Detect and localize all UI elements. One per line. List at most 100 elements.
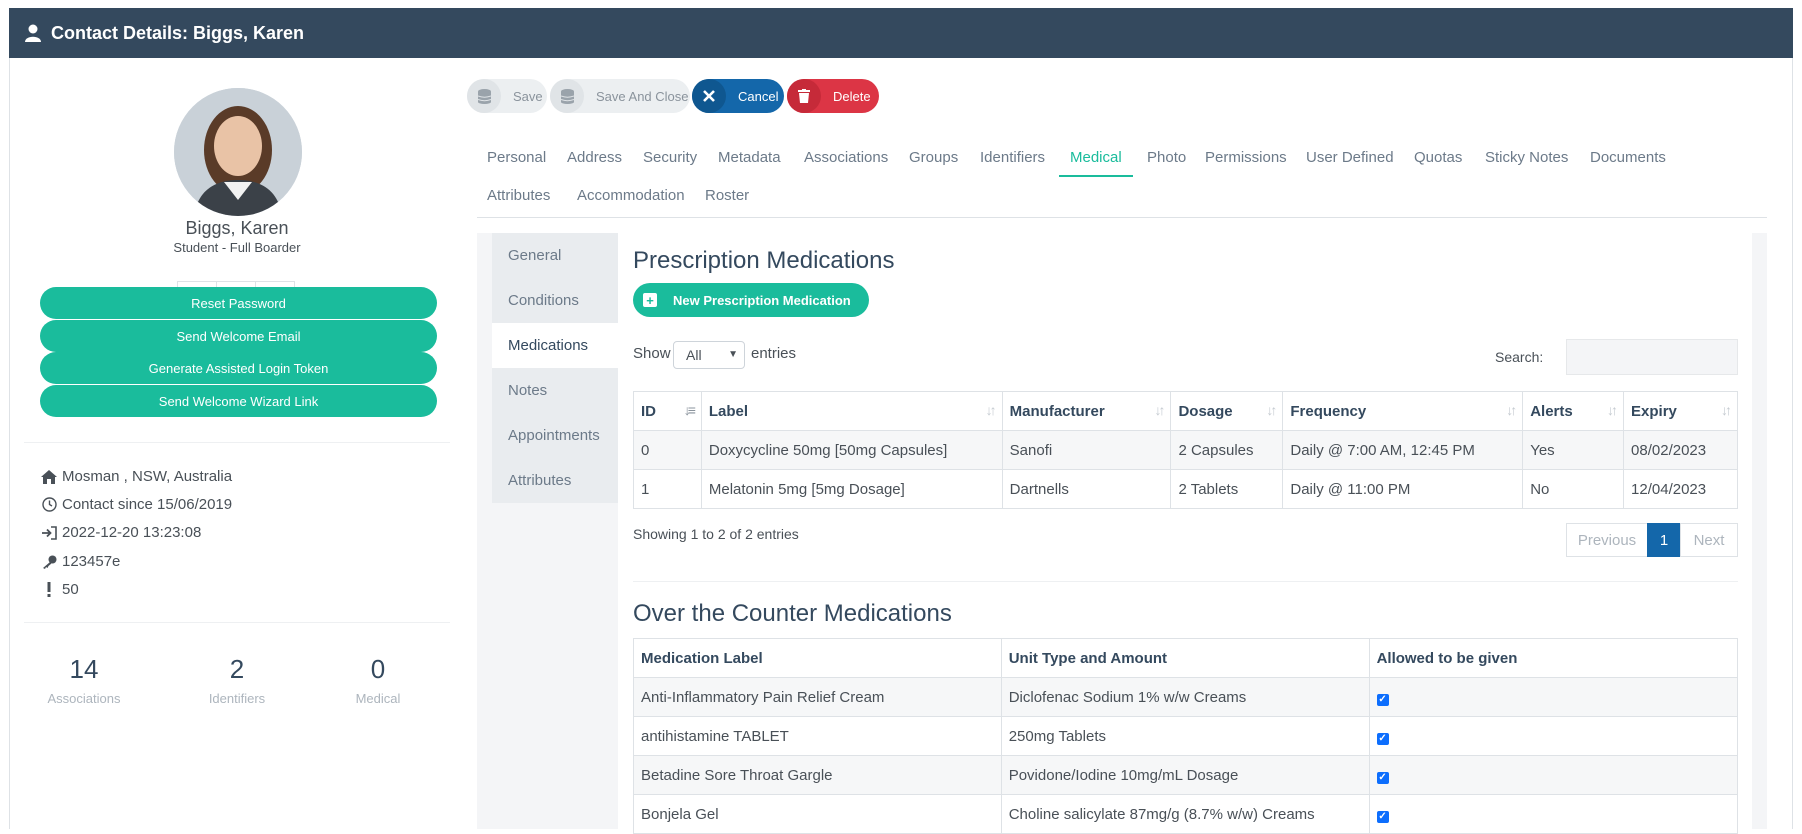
column-header[interactable]: Expiry ↓↑ xyxy=(1623,391,1738,431)
send-wizard-link-button[interactable]: Send Welcome Wizard Link xyxy=(40,385,437,417)
pagination-next[interactable]: Next xyxy=(1680,523,1738,557)
table-header-row: Medication Label Unit Type and Amount Al… xyxy=(633,638,1739,678)
table-cell: Melatonin 5mg [5mg Dosage] xyxy=(700,469,1003,509)
stat-value: 2 xyxy=(229,654,245,684)
tab-quotas[interactable]: Quotas xyxy=(1414,149,1462,166)
tab-identifiers[interactable]: Identifiers xyxy=(980,149,1045,166)
table-cell: 12/04/2023 xyxy=(1623,469,1738,509)
table-cell: 1 xyxy=(633,469,702,509)
table-cell: Dartnells xyxy=(1001,469,1172,509)
table-cell: Povidone/Iodine 10mg/mL Dosage xyxy=(1000,755,1370,795)
info-key: 123457e xyxy=(40,553,120,570)
stat-label: Associations xyxy=(47,691,121,706)
column-header: Allowed to be given xyxy=(1368,638,1739,678)
subnav-attributes[interactable]: Attributes xyxy=(492,458,618,503)
info-contact-since: Contact since 15/06/2019 xyxy=(40,496,232,513)
tab-medical[interactable]: Medical xyxy=(1070,149,1122,166)
column-header[interactable]: ID ↓≡ xyxy=(633,391,702,431)
table-row[interactable]: 1 Melatonin 5mg [5mg Dosage] Dartnells 2… xyxy=(633,469,1738,509)
last-login-text: 2022-12-20 13:23:08 xyxy=(62,524,202,541)
subnav-notes[interactable]: Notes xyxy=(492,368,618,413)
allowed-checkbox[interactable]: ✓ xyxy=(1376,810,1389,823)
save-label: Save xyxy=(513,88,543,104)
table-cell: No xyxy=(1522,469,1625,509)
save-button[interactable]: Save xyxy=(467,79,547,113)
location-text: Mosman , NSW, Australia xyxy=(62,468,233,485)
generate-login-token-button[interactable]: Generate Assisted Login Token xyxy=(40,352,437,384)
sort-icon: ↓↑ xyxy=(1607,402,1618,418)
table-cell: Choline salicylate 87mg/g (8.7% w/w) Cre… xyxy=(1000,794,1370,834)
new-prescription-label: New Prescription Medication xyxy=(673,292,851,308)
subnav-medications[interactable]: Medications xyxy=(492,323,618,368)
column-header[interactable]: Manufacturer ↓↑ xyxy=(1001,391,1172,431)
tab-metadata[interactable]: Metadata xyxy=(718,149,781,166)
medical-content: General Conditions Medications Notes App… xyxy=(477,233,1767,834)
table-cell: ✓ xyxy=(1368,755,1739,795)
allowed-checkbox[interactable]: ✓ xyxy=(1376,771,1389,784)
cancel-button[interactable]: Cancel xyxy=(692,79,784,113)
search-label: Search: xyxy=(1495,349,1544,365)
plus-icon: + xyxy=(643,293,657,308)
search-input[interactable] xyxy=(1566,339,1738,375)
tab-security[interactable]: Security xyxy=(643,149,697,166)
column-header[interactable]: Dosage ↓↑ xyxy=(1170,391,1284,431)
tab-attributes[interactable]: Attributes xyxy=(487,187,550,204)
send-welcome-email-button[interactable]: Send Welcome Email xyxy=(40,320,437,352)
entries-label: entries xyxy=(751,345,797,362)
tab-address[interactable]: Address xyxy=(567,149,622,166)
key-icon xyxy=(42,555,56,569)
save-and-close-button[interactable]: Save And Close xyxy=(550,79,690,113)
table-cell: 2 Capsules xyxy=(1170,430,1284,470)
column-header[interactable]: Label ↓↑ xyxy=(700,391,1003,431)
tab-documents[interactable]: Documents xyxy=(1590,149,1666,166)
sort-icon: ↓≡ xyxy=(683,402,696,418)
tab-photo[interactable]: Photo xyxy=(1147,149,1186,166)
info-location: Mosman , NSW, Australia xyxy=(40,468,232,485)
user-icon xyxy=(25,24,41,42)
divider xyxy=(24,442,450,443)
entries-select[interactable]: All ▼ xyxy=(673,341,745,369)
tab-user-defined[interactable]: User Defined xyxy=(1306,149,1394,166)
exclamation-icon xyxy=(47,582,51,597)
table-row: Anti-Inflammatory Pain Relief Cream Dicl… xyxy=(633,677,1739,717)
stat-label: Identifiers xyxy=(208,691,266,706)
reset-password-button[interactable]: Reset Password xyxy=(40,287,437,319)
entries-value: All xyxy=(686,347,702,363)
tab-permissions[interactable]: Permissions xyxy=(1205,149,1287,166)
table-cell: Bonjela Gel xyxy=(633,794,1002,834)
table-header-row: ID ↓≡ Label ↓↑ Manufacturer ↓↑ Dosage ↓↑ Fre… xyxy=(633,391,1738,431)
table-cell: Daily @ 11:00 PM xyxy=(1282,469,1524,509)
tab-personal[interactable]: Personal xyxy=(487,149,546,166)
tab-sticky-notes[interactable]: Sticky Notes xyxy=(1485,149,1568,166)
tab-groups[interactable]: Groups xyxy=(909,149,958,166)
table-cell: ✓ xyxy=(1368,716,1739,756)
subnav-conditions[interactable]: Conditions xyxy=(492,278,618,323)
show-label: Show xyxy=(633,345,671,362)
stat-medical: 0 Medical xyxy=(318,654,438,706)
pagination-previous[interactable]: Previous xyxy=(1566,523,1648,557)
column-header[interactable]: Frequency ↓↑ xyxy=(1282,391,1524,431)
database-icon xyxy=(560,88,574,104)
profile-role: Student - Full Boarder xyxy=(173,240,301,255)
tab-accommodation[interactable]: Accommodation xyxy=(577,187,685,204)
allowed-checkbox[interactable]: ✓ xyxy=(1376,732,1389,745)
page-title: Contact Details: Biggs, Karen xyxy=(51,22,305,43)
profile-name: Biggs, Karen xyxy=(185,218,289,238)
table-row[interactable]: 0 Doxycycline 50mg [50mg Capsules] Sanof… xyxy=(633,430,1738,470)
tab-associations[interactable]: Associations xyxy=(804,149,888,166)
pagination-page[interactable]: 1 xyxy=(1647,523,1681,557)
allowed-checkbox[interactable]: ✓ xyxy=(1376,693,1389,706)
subnav-appointments[interactable]: Appointments xyxy=(492,413,618,458)
info-alert: 50 xyxy=(40,581,79,598)
delete-button[interactable]: Delete xyxy=(787,79,879,113)
table-row: antihistamine TABLET 250mg Tablets ✓ xyxy=(633,716,1739,756)
subnav-general[interactable]: General xyxy=(492,233,618,278)
close-icon xyxy=(703,90,715,102)
save-and-close-label: Save And Close xyxy=(596,88,689,104)
divider xyxy=(24,622,450,623)
pagination: Previous 1 Next xyxy=(1566,523,1738,557)
page-header: Contact Details: Biggs, Karen xyxy=(9,8,1793,58)
column-header[interactable]: Alerts ↓↑ xyxy=(1522,391,1625,431)
tab-roster[interactable]: Roster xyxy=(705,187,749,204)
new-prescription-button[interactable]: + New Prescription Medication xyxy=(633,283,869,317)
